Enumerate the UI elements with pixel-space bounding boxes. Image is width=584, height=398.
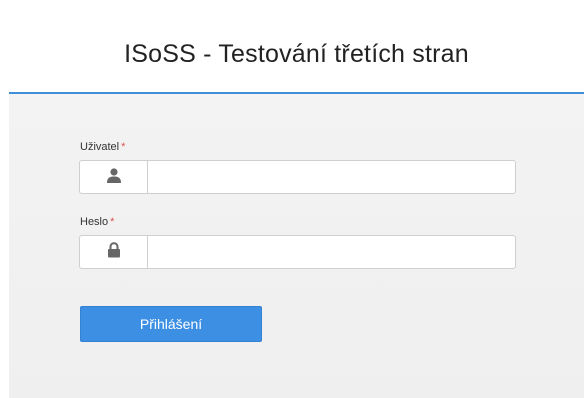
login-panel: ISoSS - Testování třetích stran Uživatel… (9, 14, 584, 398)
password-addon (79, 235, 147, 269)
header: ISoSS - Testování třetích stran (9, 14, 584, 94)
lock-icon (107, 241, 121, 263)
username-input-group (79, 160, 516, 194)
user-icon (106, 167, 122, 188)
required-marker: * (110, 216, 115, 228)
password-label: Heslo * (80, 216, 114, 228)
required-marker: * (121, 141, 126, 153)
username-addon (79, 160, 147, 194)
page-title: ISoSS - Testování třetích stran (124, 40, 469, 68)
username-label: Uživatel * (80, 141, 125, 153)
username-label-text: Uživatel (80, 141, 120, 153)
password-input[interactable] (147, 235, 516, 269)
password-input-group (79, 235, 516, 269)
login-button[interactable]: Přihlášení (80, 306, 262, 342)
password-label-text: Heslo (80, 216, 109, 228)
username-input[interactable] (147, 160, 516, 194)
